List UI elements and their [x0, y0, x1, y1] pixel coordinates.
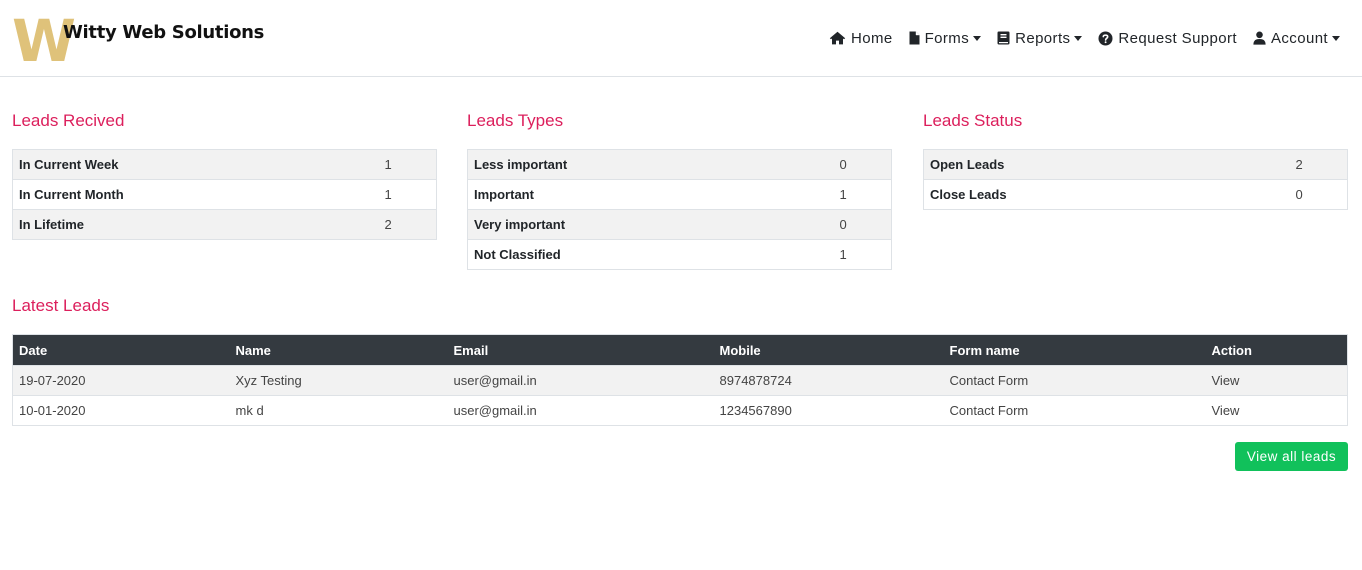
- column-header-date: Date: [12, 334, 230, 366]
- table-row: 19-07-2020 Xyz Testing user@gmail.in 897…: [12, 365, 1348, 396]
- navbar: W Witty Web Solutions Home Forms Reports…: [0, 0, 1362, 77]
- leads-status-table: Open Leads 2 Close Leads 0: [923, 149, 1348, 210]
- nav-account-label: Account: [1271, 29, 1328, 47]
- cell-mobile: 8974878724: [713, 365, 944, 396]
- row-label: Very important: [467, 209, 840, 240]
- home-icon: [829, 31, 846, 45]
- nav-reports-label: Reports: [1015, 29, 1071, 47]
- nav-home[interactable]: Home: [829, 30, 893, 47]
- nav-forms-label: Forms: [924, 29, 970, 47]
- nav-reports[interactable]: Reports: [997, 29, 1083, 47]
- book-icon: [997, 31, 1010, 45]
- row-label: Open Leads: [923, 149, 1296, 180]
- row-label: In Current Week: [12, 149, 385, 180]
- user-icon: [1253, 31, 1266, 45]
- cell-date: 10-01-2020: [12, 395, 230, 426]
- table-row: In Current Week 1: [12, 149, 437, 180]
- table-row: In Current Month 1: [12, 179, 437, 210]
- row-label: Close Leads: [923, 179, 1296, 210]
- row-value: 1: [839, 239, 892, 270]
- leads-types-table: Less important 0 Important 1 Very import…: [467, 149, 892, 270]
- column-header-name: Name: [229, 334, 448, 366]
- row-label: Less important: [467, 149, 840, 180]
- row-label: Not Classified: [467, 239, 840, 270]
- row-value: 2: [384, 209, 437, 240]
- row-value: 0: [839, 209, 892, 240]
- table-row: Not Classified 1: [467, 239, 892, 270]
- cell-name: Xyz Testing: [229, 365, 448, 396]
- table-row: Open Leads 2: [923, 149, 1348, 180]
- column-header-action: Action: [1205, 334, 1348, 366]
- cell-name: mk d: [229, 395, 448, 426]
- leads-received-heading: Leads Recived: [12, 111, 125, 130]
- question-circle-icon: [1098, 31, 1113, 45]
- column-header-mobile: Mobile: [713, 334, 944, 366]
- chevron-down-icon: [1074, 35, 1083, 41]
- table-row: Close Leads 0: [923, 179, 1348, 210]
- chevron-down-icon: [973, 35, 982, 41]
- table-header-row: Date Name Email Mobile Form name Action: [12, 334, 1348, 366]
- cell-form-name: Contact Form: [943, 395, 1206, 426]
- row-value: 1: [839, 179, 892, 210]
- view-lead-link[interactable]: View: [1205, 365, 1348, 396]
- view-lead-link[interactable]: View: [1205, 395, 1348, 426]
- main-nav: Home Forms Reports Request Support Accou…: [813, 26, 1340, 50]
- table-row: Less important 0: [467, 149, 892, 180]
- row-value: 0: [1295, 179, 1348, 210]
- nav-request-support-label: Request Support: [1118, 29, 1237, 47]
- nav-home-label: Home: [850, 29, 893, 47]
- brand-logo[interactable]: W Witty Web Solutions: [12, 12, 272, 70]
- cell-mobile: 1234567890: [713, 395, 944, 426]
- view-all-leads-button[interactable]: View all leads: [1235, 442, 1348, 471]
- row-value: 1: [384, 179, 437, 210]
- latest-leads-heading: Latest Leads: [12, 296, 110, 315]
- table-row: Very important 0: [467, 209, 892, 240]
- brand-name: Witty Web Solutions: [63, 22, 265, 43]
- leads-received-table: In Current Week 1 In Current Month 1 In …: [12, 149, 437, 240]
- cell-email: user@gmail.in: [447, 365, 714, 396]
- cell-date: 19-07-2020: [12, 365, 230, 396]
- row-value: 0: [839, 149, 892, 180]
- table-row: In Lifetime 2: [12, 209, 437, 240]
- row-value: 2: [1295, 149, 1348, 180]
- file-icon: [909, 31, 920, 45]
- nav-request-support[interactable]: Request Support: [1098, 30, 1237, 47]
- table-row: Important 1: [467, 179, 892, 210]
- row-label: In Current Month: [12, 179, 385, 210]
- leads-status-heading: Leads Status: [923, 111, 1023, 130]
- nav-account[interactable]: Account: [1253, 30, 1340, 47]
- latest-leads-table: Date Name Email Mobile Form name Action …: [12, 334, 1348, 426]
- chevron-down-icon: [1332, 35, 1340, 41]
- column-header-form-name: Form name: [943, 334, 1206, 366]
- leads-types-heading: Leads Types: [467, 111, 564, 130]
- cell-email: user@gmail.in: [447, 395, 714, 426]
- row-label: In Lifetime: [12, 209, 385, 240]
- nav-forms[interactable]: Forms: [909, 30, 982, 47]
- cell-form-name: Contact Form: [943, 365, 1206, 396]
- row-value: 1: [384, 149, 437, 180]
- row-label: Important: [467, 179, 840, 210]
- column-header-email: Email: [447, 334, 714, 366]
- table-row: 10-01-2020 mk d user@gmail.in 1234567890…: [12, 395, 1348, 426]
